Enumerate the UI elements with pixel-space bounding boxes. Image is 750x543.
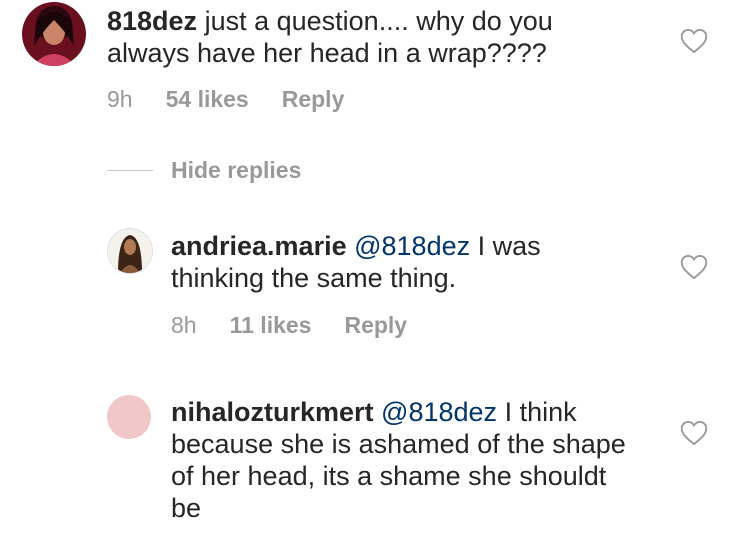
comment-text: nihalozturkmert @818dez I think because … [171,396,641,524]
username[interactable]: andriea.marie [171,231,347,261]
timestamp[interactable]: 8h [171,312,197,339]
reply-button[interactable]: Reply [282,86,345,113]
avatar[interactable] [107,228,153,274]
comment-text: andriea.marie @818dez I was thinking the… [171,230,601,294]
timestamp[interactable]: 9h [107,86,133,113]
heart-icon[interactable] [680,420,708,446]
comment-meta: 8h 11 likes Reply [171,312,440,339]
comment-meta: 9h 54 likes Reply [107,86,377,113]
username[interactable]: 818dez [107,6,197,36]
likes-count[interactable]: 11 likes [230,312,312,339]
avatar[interactable] [22,2,86,66]
hide-replies-label[interactable]: Hide replies [171,157,301,184]
reply-button[interactable]: Reply [344,312,407,339]
avatar[interactable] [107,395,151,439]
likes-count[interactable]: 54 likes [166,86,249,113]
username[interactable]: nihalozturkmert [171,397,374,427]
mention-link[interactable]: @818dez [354,231,470,261]
heart-icon[interactable] [680,254,708,280]
divider-line [107,170,153,171]
hide-replies-toggle[interactable]: Hide replies [107,157,301,184]
heart-icon[interactable] [680,28,708,54]
mention-link[interactable]: @818dez [381,397,497,427]
comment-text: 818dez just a question.... why do you al… [107,5,637,69]
